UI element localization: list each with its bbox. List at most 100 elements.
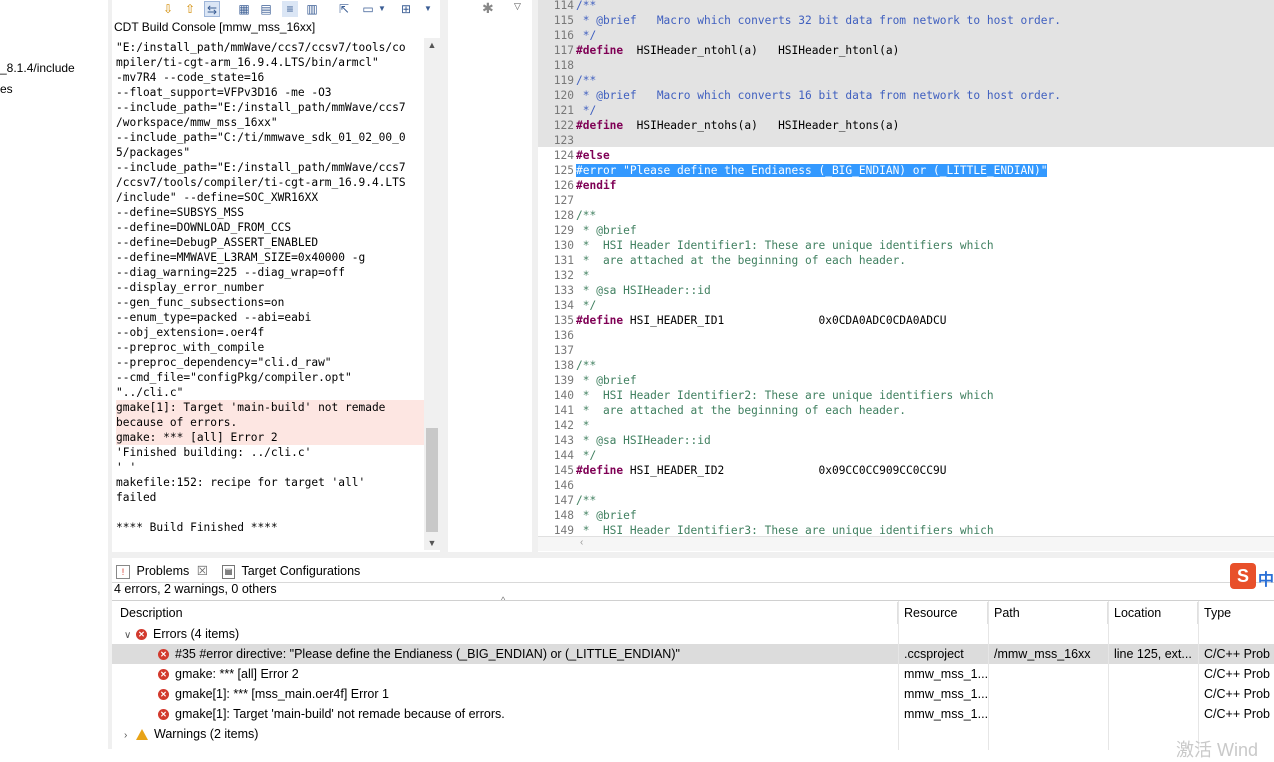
save-console-icon[interactable]: ▦ (236, 1, 252, 17)
column-header-path[interactable]: Path (988, 602, 1108, 624)
code-line[interactable]: 121 */ (538, 103, 1274, 118)
code-line[interactable]: 117 #define HSIHeader_ntohl(a) HSIHeader_… (538, 43, 1274, 58)
scroll-left-icon[interactable]: ‹ (580, 537, 583, 548)
code-line[interactable]: 124 #else (538, 148, 1274, 163)
column-header-type[interactable]: Type (1198, 602, 1274, 624)
code-line[interactable]: 144 */ (538, 448, 1274, 463)
code-line[interactable]: 127 (538, 193, 1274, 208)
chevron-right-icon[interactable]: › (124, 726, 136, 744)
ime-language-indicator[interactable]: 中 (1258, 566, 1274, 590)
code-token: HSI_HEADER_ID1 0x0CDA0ADC0CDA0ADCU (623, 314, 947, 327)
column-header-resource[interactable]: Resource (898, 602, 988, 624)
scroll-down-icon[interactable]: ▼ (424, 538, 440, 548)
console-scrollbar[interactable]: ▲ ▼ (424, 38, 440, 550)
chevron-down-icon[interactable]: ▼ (420, 1, 436, 17)
code-line[interactable]: 128/** (538, 208, 1274, 223)
code-line[interactable]: 139 * @brief (538, 373, 1274, 388)
panel-divider[interactable] (440, 0, 448, 556)
table-row[interactable]: ✕ gmake[1]: Target 'main-build' not remad… (112, 704, 1274, 724)
clear-console-icon[interactable]: ▥ (304, 1, 320, 17)
link-with-editor-icon[interactable]: ⇆ (204, 1, 220, 17)
line-number: 116 (553, 29, 574, 42)
chevron-down-icon[interactable]: ▽ (514, 1, 521, 12)
editor-horizontal-scrollbar[interactable]: ‹ (538, 536, 1274, 551)
code-line[interactable]: 146 (538, 478, 1274, 493)
activation-watermark: 激活 Wind (1176, 740, 1259, 760)
console-line: "../cli.c" (116, 386, 184, 399)
console-line: "E:/install_path/mmWave/ccs7/ccsv7/tools… (116, 41, 406, 54)
close-icon[interactable]: ☒ (197, 564, 208, 578)
outline-tools-icon[interactable]: ✱ (482, 0, 494, 17)
table-row[interactable]: ✕ gmake[1]: *** [mss_main.oer4f] Error 1 m… (112, 684, 1274, 704)
code-line[interactable]: 130 * HSI Header Identifier1: These are … (538, 238, 1274, 253)
code-line[interactable]: 141 * are attached at the beginning of e… (538, 403, 1274, 418)
column-separator[interactable] (1198, 601, 1199, 750)
code-token: #else (576, 149, 610, 162)
code-line[interactable]: 145 #define HSI_HEADER_ID2 0x09CC0CC909CC… (538, 463, 1274, 478)
pin-console-icon[interactable]: ⇱ (336, 1, 352, 17)
code-line[interactable]: 123 (538, 133, 1274, 148)
code-line[interactable]: 147/** (538, 493, 1274, 508)
line-number: 135 (553, 314, 574, 327)
tree-group-errors[interactable]: ∨ ✕ Errors (4 items) (112, 624, 1274, 644)
open-console-icon[interactable]: ⊞ (398, 1, 414, 17)
chevron-down-icon[interactable]: ∨ (124, 626, 136, 644)
code-line[interactable]: 126 #endif (538, 178, 1274, 193)
explorer-line[interactable]: es (0, 82, 13, 96)
code-line[interactable]: 125 #error "Please define the Endianess (… (538, 163, 1274, 178)
cell-type: C/C++ Prob (1204, 667, 1271, 681)
code-text: */ (576, 103, 596, 118)
description-text: gmake: *** [all] Error 2 (175, 667, 299, 681)
code-line[interactable]: 135 #define HSI_HEADER_ID1 0x0CDA0ADC0CDA… (538, 313, 1274, 328)
code-token: * @brief (576, 509, 637, 522)
cell-description: ✕ gmake: *** [all] Error 2 (152, 664, 896, 684)
build-console-output[interactable]: "E:/install_path/mmWave/ccs7/ccsv7/tools… (112, 38, 424, 550)
console-line: --include_path="E:/install_path/mmWave/c… (116, 161, 406, 174)
code-line[interactable]: 114/** (538, 0, 1274, 13)
code-line[interactable]: 118 (538, 58, 1274, 73)
scroll-up-icon[interactable]: ▲ (424, 40, 440, 50)
scroll-lock-icon[interactable]: ≡ (282, 1, 298, 17)
code-line[interactable]: 133 * @sa HSIHeader::id (538, 283, 1274, 298)
chevron-down-icon[interactable]: ▼ (374, 1, 390, 17)
arrow-up-icon[interactable]: ⇧ (182, 1, 198, 17)
code-line[interactable]: 134 */ (538, 298, 1274, 313)
scrollbar-thumb[interactable] (426, 428, 438, 532)
code-line[interactable]: 148 * @brief (538, 508, 1274, 523)
code-token: */ (576, 299, 597, 312)
code-line[interactable]: 119/** (538, 73, 1274, 88)
code-line[interactable]: 138/** (538, 358, 1274, 373)
cell-type: C/C++ Prob (1204, 687, 1271, 701)
code-line[interactable]: 115 * @brief Macro which converts 32 bit… (538, 13, 1274, 28)
code-line[interactable]: 143 * @sa HSIHeader::id (538, 433, 1274, 448)
code-line[interactable]: 137 (538, 343, 1274, 358)
code-line[interactable]: 129 * @brief (538, 223, 1274, 238)
column-header-description[interactable]: Description (114, 602, 898, 624)
column-separator[interactable] (898, 601, 899, 750)
column-separator[interactable] (988, 601, 989, 750)
console-line: because of errors. (116, 415, 424, 430)
arrow-down-icon[interactable]: ⇩ (160, 1, 176, 17)
code-line[interactable]: 120 * @brief Macro which converts 16 bit… (538, 88, 1274, 103)
warning-icon (136, 729, 148, 741)
code-line[interactable]: 116 */ (538, 28, 1274, 43)
tab-problems[interactable]: ! Problems ☒ (116, 562, 208, 580)
code-line[interactable]: 136 (538, 328, 1274, 343)
code-line[interactable]: 131 * are attached at the beginning of e… (538, 253, 1274, 268)
code-token: * @brief Macro which converts 32 bit dat… (576, 14, 1061, 27)
column-separator[interactable] (1108, 601, 1109, 750)
code-line[interactable]: 122 #define HSIHeader_ntohs(a) HSIHeader_… (538, 118, 1274, 133)
copy-build-log-icon[interactable]: ▤ (258, 1, 274, 17)
ime-logo[interactable]: S (1230, 563, 1256, 589)
tab-target-configurations[interactable]: ▤ Target Configurations (222, 562, 360, 580)
code-line[interactable]: 142 * (538, 418, 1274, 433)
code-line[interactable]: 140 * HSI Header Identifier2: These are … (538, 388, 1274, 403)
explorer-line[interactable]: _8.1.4/include (0, 61, 75, 75)
column-header-location[interactable]: Location (1108, 602, 1198, 624)
error-icon: ✕ (158, 709, 169, 721)
tree-group-warnings[interactable]: › Warnings (2 items) (112, 724, 1274, 744)
code-editor[interactable]: 114/** 115 * @brief Macro which converts … (538, 0, 1274, 552)
table-row[interactable]: ✕ #35 #error directive: "Please define th… (112, 644, 1274, 664)
table-row[interactable]: ✕ gmake: *** [all] Error 2 mmw_mss_1... C/C… (112, 664, 1274, 684)
code-line[interactable]: 132 * (538, 268, 1274, 283)
